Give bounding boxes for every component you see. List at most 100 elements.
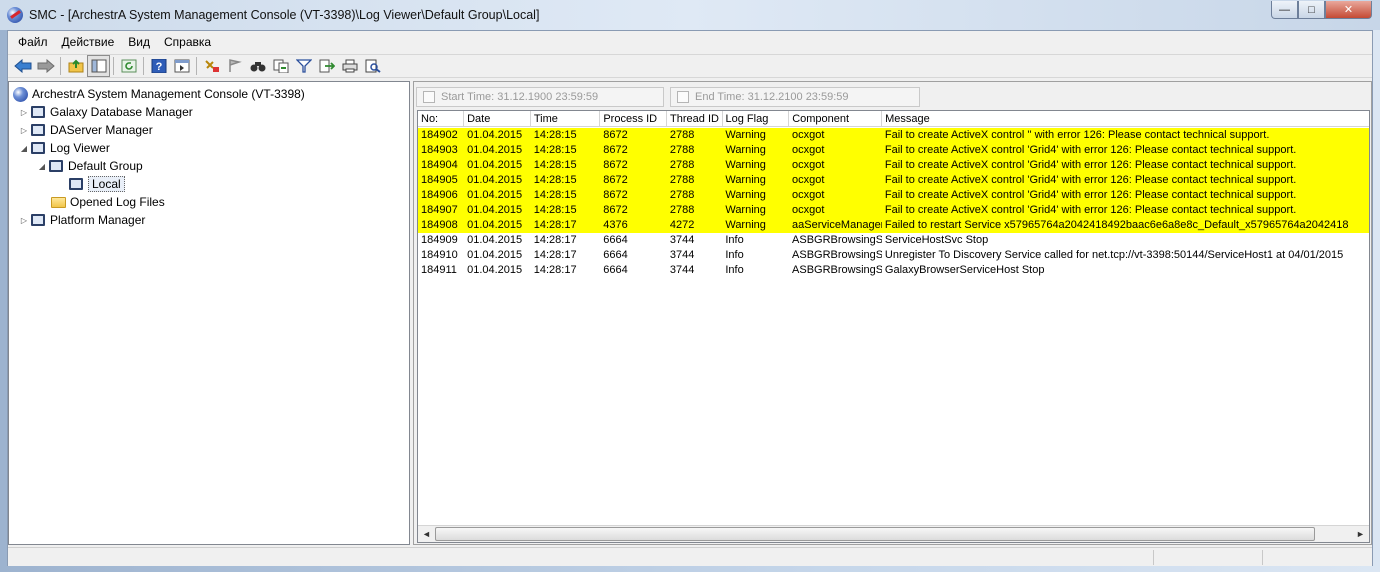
scroll-right-icon[interactable]: ►: [1352, 526, 1369, 542]
table-row[interactable]: 184907 01.04.2015 14:28:15 8672 2788 Warning o…: [418, 203, 1369, 218]
help-icon[interactable]: ?: [147, 55, 170, 77]
table-row[interactable]: 184905 01.04.2015 14:28:15 8672 2788 Warning o…: [418, 173, 1369, 188]
cell-thread-id: 2788: [669, 204, 695, 216]
table-row[interactable]: 184910 01.04.2015 14:28:17 6664 3744 Info ASBG…: [418, 248, 1369, 263]
computer-icon: [31, 106, 45, 118]
cell-process-id: 8672: [603, 204, 628, 216]
cell-thread-id: 2788: [669, 189, 695, 201]
column-header-component[interactable]: Component: [789, 111, 883, 127]
collapse-arrow-icon[interactable]: ◢: [36, 162, 48, 171]
column-header-log-flag[interactable]: Log Flag: [723, 111, 790, 127]
up-folder-icon[interactable]: [64, 55, 87, 77]
menu-bar: Файл Действие Вид Справка: [8, 31, 1372, 53]
cell-log-flag: Warning: [725, 159, 766, 171]
cell-message: Fail to create ActiveX control 'Grid4' w…: [884, 159, 1297, 171]
cell-thread-id: 2788: [669, 159, 695, 171]
end-time-filter[interactable]: End Time: 31.12.2100 23:59:59: [670, 87, 920, 107]
toolbar-separator: [196, 57, 197, 75]
tree-item-galaxy-database-manager[interactable]: ▷ Galaxy Database Manager: [18, 103, 193, 121]
tree-item-label: DAServer Manager: [50, 123, 153, 137]
find-icon[interactable]: [246, 55, 269, 77]
tree-item-label: Galaxy Database Manager: [50, 105, 193, 119]
cell-date: 01.04.2015: [467, 129, 523, 141]
maximize-button[interactable]: □: [1298, 1, 1325, 19]
show-hide-tree-icon[interactable]: [87, 55, 110, 77]
cell-time: 14:28:17: [533, 219, 577, 231]
tree-item-log-viewer[interactable]: ◢ Log Viewer: [18, 139, 110, 157]
back-arrow-icon[interactable]: [11, 55, 34, 77]
table-row[interactable]: 184903 01.04.2015 14:28:15 8672 2788 Warning o…: [418, 143, 1369, 158]
table-row[interactable]: 184904 01.04.2015 14:28:15 8672 2788 Warning o…: [418, 158, 1369, 173]
filter-icon[interactable]: [200, 55, 223, 77]
menu-action[interactable]: Действие: [55, 31, 122, 53]
tree-item-daserver-manager[interactable]: ▷ DAServer Manager: [18, 121, 153, 139]
column-header-time[interactable]: Time: [531, 111, 601, 127]
expand-arrow-icon[interactable]: ▷: [18, 126, 30, 135]
column-header-thread-id[interactable]: Thread ID: [667, 111, 723, 127]
log-viewer-panel: Start Time: 31.12.1900 23:59:59 End Time…: [413, 81, 1372, 545]
cell-process-id: 4376: [603, 219, 628, 231]
cell-thread-id: 3744: [669, 234, 695, 246]
start-time-checkbox[interactable]: [423, 91, 435, 103]
flag-icon[interactable]: [223, 55, 246, 77]
tree-item-local[interactable]: Local: [56, 175, 125, 193]
tree-item-opened-log-files[interactable]: Opened Log Files: [38, 193, 165, 211]
console-view-icon[interactable]: [170, 55, 193, 77]
menu-file[interactable]: Файл: [11, 31, 55, 53]
menu-help[interactable]: Справка: [157, 31, 218, 53]
table-row[interactable]: 184908 01.04.2015 14:28:17 4376 4272 Warning a…: [418, 218, 1369, 233]
tree-item-platform-manager[interactable]: ▷ Platform Manager: [18, 211, 145, 229]
column-header-process-id[interactable]: Process ID: [600, 111, 668, 127]
computer-icon: [31, 124, 45, 136]
app-icon: [7, 7, 23, 23]
column-header-no[interactable]: No:: [418, 111, 465, 127]
column-header-message[interactable]: Message: [882, 111, 1369, 127]
collapse-arrow-icon[interactable]: ◢: [18, 144, 30, 153]
cell-thread-id: 2788: [669, 129, 695, 141]
export-icon[interactable]: [315, 55, 338, 77]
funnel-icon[interactable]: [292, 55, 315, 77]
table-row[interactable]: 184902 01.04.2015 14:28:15 8672 2788 Warning o…: [418, 128, 1369, 143]
expand-arrow-icon[interactable]: ▷: [18, 108, 30, 117]
table-row[interactable]: 184906 01.04.2015 14:28:15 8672 2788 Warning o…: [418, 188, 1369, 203]
table-row[interactable]: 184911 01.04.2015 14:28:17 6664 3744 Info ASBG…: [418, 263, 1369, 278]
cell-component: ocxgot: [792, 174, 825, 186]
horizontal-scrollbar[interactable]: ◄ ►: [418, 525, 1369, 542]
window-controls: — □ ✕: [1271, 1, 1372, 19]
toolbar-separator: [113, 57, 114, 75]
cell-process-id: 8672: [603, 144, 628, 156]
tree-item-root[interactable]: ArchestrA System Management Console (VT-…: [12, 85, 305, 103]
scroll-left-icon[interactable]: ◄: [418, 526, 435, 542]
cell-component: ocxgot: [792, 144, 825, 156]
cell-thread-id: 2788: [669, 144, 695, 156]
tree-item-label: Default Group: [68, 159, 143, 173]
cell-component: ocxgot: [792, 204, 825, 216]
print-preview-icon[interactable]: [361, 55, 384, 77]
end-time-checkbox[interactable]: [677, 91, 689, 103]
cell-log-flag: Warning: [725, 129, 766, 141]
cell-time: 14:28:17: [533, 234, 577, 246]
computer-icon: [69, 178, 83, 190]
table-header: No: Date Time Process ID Thread ID Log F…: [418, 111, 1369, 127]
table-row[interactable]: 184909 01.04.2015 14:28:17 6664 3744 Info ASBG…: [418, 233, 1369, 248]
cell-log-flag: Warning: [725, 189, 766, 201]
cell-log-flag: Info: [725, 234, 744, 246]
expand-arrow-icon[interactable]: ▷: [18, 216, 30, 225]
start-time-filter[interactable]: Start Time: 31.12.1900 23:59:59: [416, 87, 664, 107]
tree-item-label: ArchestrA System Management Console (VT-…: [32, 87, 305, 101]
refresh-icon[interactable]: [117, 55, 140, 77]
tree-item-default-group[interactable]: ◢ Default Group: [36, 157, 143, 175]
cell-no: 184905: [421, 174, 458, 186]
scroll-thumb[interactable]: [435, 527, 1315, 541]
menu-view[interactable]: Вид: [121, 31, 157, 53]
column-header-date[interactable]: Date: [464, 111, 531, 127]
forward-arrow-icon[interactable]: [34, 55, 57, 77]
cell-component: ocxgot: [792, 159, 825, 171]
copy-icon[interactable]: [269, 55, 292, 77]
cell-time: 14:28:15: [533, 204, 577, 216]
print-icon[interactable]: [338, 55, 361, 77]
minimize-button[interactable]: —: [1271, 1, 1298, 19]
close-button[interactable]: ✕: [1325, 1, 1372, 19]
cell-component: ASBGRBrowsingSvc: [792, 249, 882, 261]
cell-process-id: 8672: [603, 174, 628, 186]
